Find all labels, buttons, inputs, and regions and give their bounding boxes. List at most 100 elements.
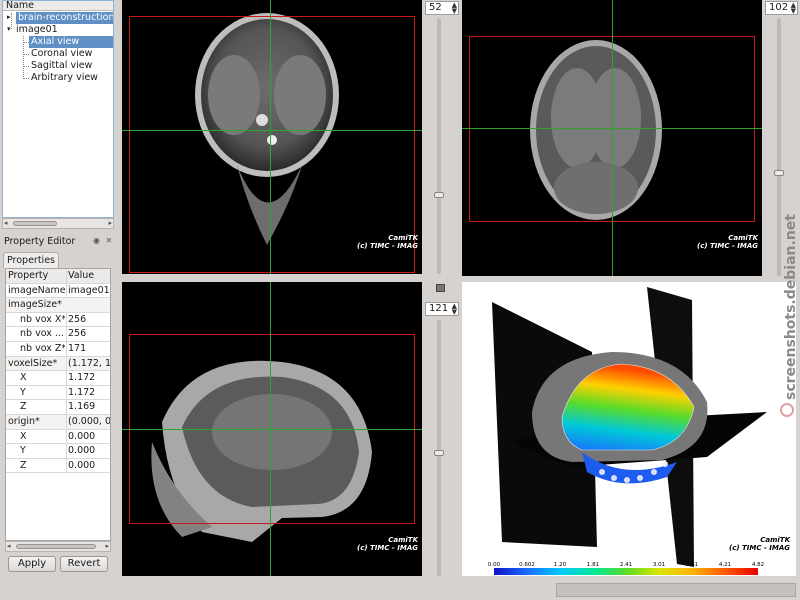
property-value[interactable]: 171 — [66, 342, 110, 356]
property-value[interactable]: image01 — [66, 283, 110, 298]
crosshair-horizontal — [462, 128, 762, 129]
property-table[interactable]: Property Value imageName image01 imageSize… — [5, 268, 111, 541]
property-value[interactable]: 1.172 — [66, 371, 110, 386]
property-horizontal-scrollbar[interactable]: ◂ ▸ — [5, 541, 111, 552]
tree-header: Name — [3, 1, 113, 11]
property-editor-title: Property Editor — [4, 236, 76, 247]
site-watermark: screenshots.debian.net — [783, 214, 799, 400]
3d-scene — [492, 287, 767, 567]
tree-item-coronal-view[interactable]: Coronal view — [31, 48, 92, 60]
color-scale-tick-label: 1.20 — [554, 562, 567, 568]
property-value[interactable]: 256 — [66, 312, 110, 327]
property-row[interactable]: X 1.172 — [6, 371, 110, 386]
property-value[interactable]: 0.000 — [66, 444, 110, 459]
color-scale-tick-label: 2.41 — [620, 562, 632, 568]
property-row[interactable]: Y 1.172 — [6, 385, 110, 401]
property-key: nb vox X* — [20, 313, 65, 325]
3d-viewer[interactable]: CamiTK (c) TIMC - IMAG 0.00 0.602 1.20 1.81 2… — [462, 282, 796, 576]
sagittal-slider-handle[interactable] — [434, 450, 444, 456]
color-scale-tick-label: 0.00 — [488, 562, 501, 568]
property-row[interactable]: nb vox ... 256 — [6, 327, 110, 342]
scrollbar-thumb[interactable] — [16, 544, 96, 549]
expand-arrow-icon[interactable]: ▸ — [7, 13, 11, 21]
property-value[interactable]: (0.000, 0. — [66, 415, 110, 429]
tree-horizontal-scrollbar[interactable]: ◂ ▸ — [2, 218, 114, 229]
dock-buttons: ◉ ✕ — [93, 236, 112, 245]
axial-slider-handle[interactable] — [434, 192, 444, 198]
property-key: nb vox ... — [20, 328, 64, 340]
crosshair-vertical — [270, 0, 271, 274]
property-key: Y — [20, 386, 26, 398]
status-progress-bar — [556, 583, 796, 597]
property-row[interactable]: nb vox Z* 171 — [6, 342, 110, 357]
property-row[interactable]: nb vox X* 256 — [6, 312, 110, 328]
color-scale-bar: 0.00 0.602 1.20 1.81 2.41 3.01 3.61 4.21 4.82 — [488, 562, 764, 575]
property-key: origin* — [8, 416, 40, 427]
color-scale-tick-label: 4.21 — [719, 562, 731, 568]
close-icon[interactable]: ✕ — [106, 236, 113, 245]
scroll-right-icon[interactable]: ▸ — [108, 219, 112, 227]
sagittal-slice-spinbox[interactable]: 121 ▲ ▼ — [425, 302, 459, 316]
color-scale-tick-label: 3.61 — [686, 562, 698, 568]
property-value[interactable]: 1.169 — [66, 400, 110, 415]
property-row[interactable]: X 0.000 — [6, 429, 110, 445]
coronal-viewer[interactable]: CamiTK (c) TIMC - IMAG — [462, 0, 762, 276]
tree-item-image01[interactable]: image01 — [16, 24, 58, 36]
property-key: X — [20, 430, 27, 442]
sagittal-viewer[interactable]: CamiTK (c) TIMC - IMAG — [122, 282, 422, 576]
scroll-left-icon[interactable]: ◂ — [4, 219, 8, 227]
explorer-tree[interactable]: Name ▸ brain-reconstruction- ▾ image01 A… — [2, 0, 114, 218]
property-value[interactable]: 256 — [66, 327, 110, 342]
tree-item-brain-reconstruction[interactable]: brain-reconstruction- — [16, 12, 113, 24]
tree-item-arbitrary-view[interactable]: Arbitrary view — [31, 72, 98, 84]
crosshair-horizontal — [122, 130, 422, 131]
property-row[interactable]: Z 0.000 — [6, 458, 110, 474]
column-header-value: Value — [66, 269, 110, 283]
axial-slice-slider[interactable] — [437, 18, 441, 274]
coronal-watermark: CamiTK (c) TIMC - IMAG — [697, 234, 758, 250]
color-scale-tick-label: 3.01 — [653, 562, 665, 568]
property-key: X — [20, 372, 27, 384]
property-value[interactable]: (1.172, 1. — [66, 356, 110, 371]
property-key: imageName — [8, 284, 65, 296]
property-row[interactable]: origin* (0.000, 0. — [6, 415, 110, 430]
property-row[interactable]: imageName image01 — [6, 283, 110, 299]
revert-button[interactable]: Revert — [60, 556, 108, 572]
property-key: imageSize* — [8, 299, 62, 311]
axial-watermark: CamiTK (c) TIMC - IMAG — [357, 234, 418, 250]
scroll-left-icon[interactable]: ◂ — [7, 542, 11, 550]
axial-viewer[interactable]: CamiTK (c) TIMC - IMAG — [122, 0, 422, 274]
apply-button[interactable]: Apply — [8, 556, 56, 572]
property-key: Z — [20, 459, 27, 471]
property-key: Y — [20, 445, 26, 457]
property-row[interactable]: Z 1.169 — [6, 400, 110, 415]
property-row[interactable]: Y 0.000 — [6, 444, 110, 459]
property-value[interactable]: 0.000 — [66, 458, 110, 473]
scroll-right-icon[interactable]: ▸ — [105, 542, 109, 550]
property-row[interactable]: voxelSize* (1.172, 1. — [6, 356, 110, 372]
property-value[interactable]: 0.000 — [66, 429, 110, 444]
sagittal-slice-slider[interactable] — [437, 320, 441, 576]
collapse-arrow-icon[interactable]: ▾ — [7, 25, 11, 33]
color-scale-tick-label: 1.81 — [587, 562, 599, 568]
crosshair-vertical — [612, 0, 613, 276]
property-key: voxelSize* — [8, 357, 58, 369]
tree-item-axial-view[interactable]: Axial view — [29, 36, 113, 48]
tree-item-sagittal-view[interactable]: Sagittal view — [31, 60, 92, 72]
3d-watermark: CamiTK (c) TIMC - IMAG — [729, 536, 790, 552]
scrollbar-thumb[interactable] — [13, 221, 57, 226]
property-value[interactable]: 1.172 — [66, 385, 110, 400]
float-icon[interactable]: ◉ — [93, 236, 100, 245]
coronal-slice-spinbox[interactable]: 102 ▲ ▼ — [765, 1, 798, 15]
sagittal-watermark: CamiTK (c) TIMC - IMAG — [357, 536, 418, 552]
coronal-slider-handle[interactable] — [774, 170, 784, 176]
tab-properties[interactable]: Properties — [3, 252, 59, 268]
property-key: Z — [20, 401, 27, 413]
property-table-header: Property Value — [6, 269, 110, 284]
screenshot-icon[interactable] — [436, 284, 445, 292]
column-header-property: Property — [8, 270, 49, 281]
axial-slice-spinbox[interactable]: 52 ▲ ▼ — [425, 1, 459, 15]
coronal-slice-slider[interactable] — [777, 18, 781, 276]
color-scale-tick-label: 4.82 — [752, 562, 764, 568]
property-row[interactable]: imageSize* — [6, 298, 110, 313]
